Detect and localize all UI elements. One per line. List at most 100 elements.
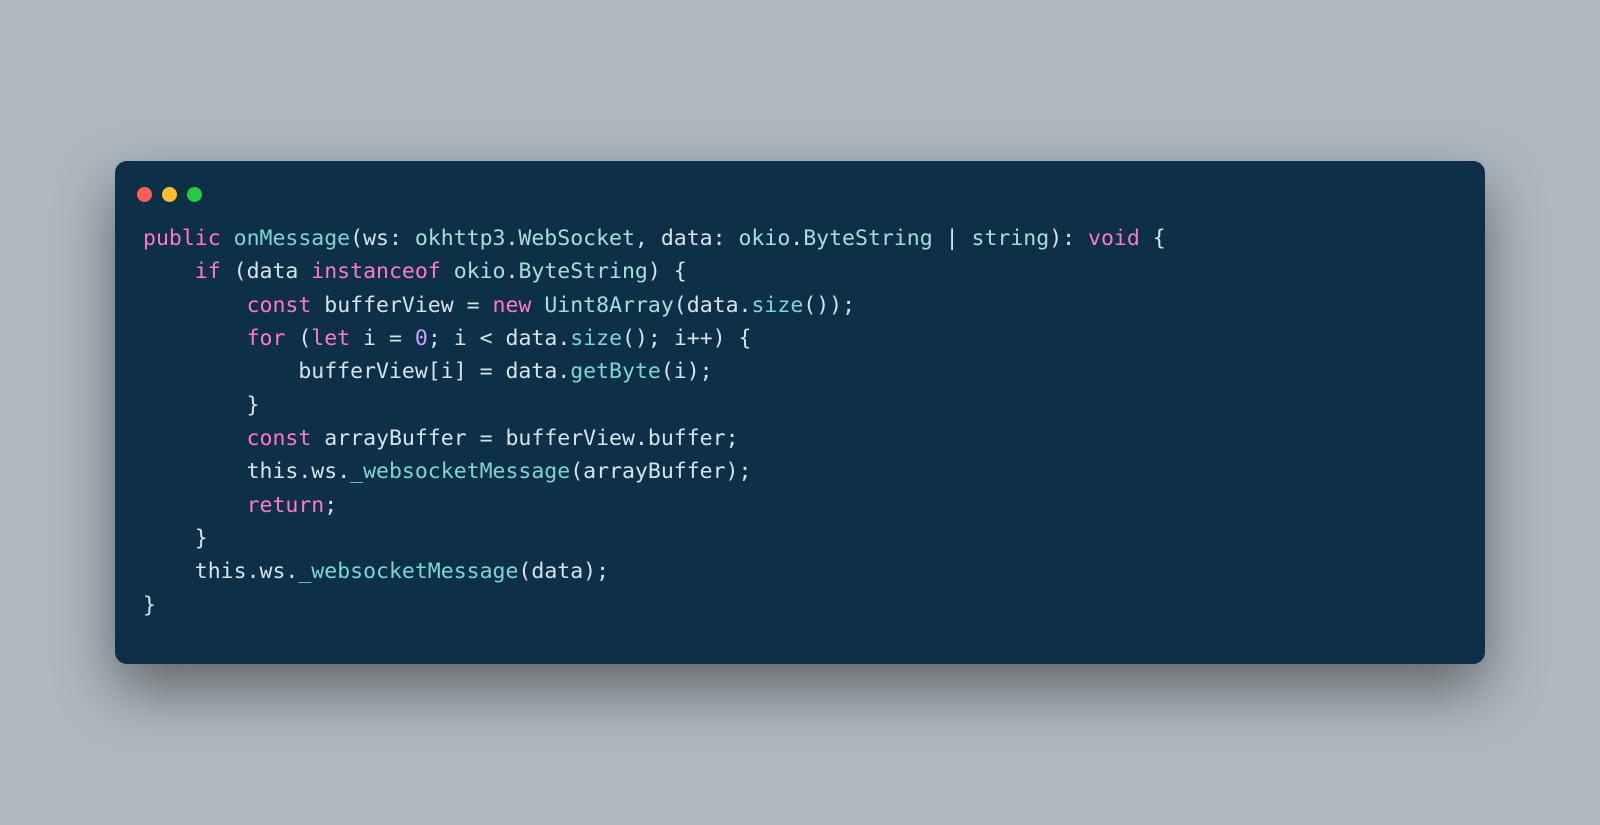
code-token: _websocketMessage [350, 459, 570, 484]
code-token: this [195, 559, 247, 584]
code-token [531, 293, 544, 318]
code-line: return; [143, 493, 337, 518]
code-token: bufferView [298, 359, 427, 384]
code-token: okio [738, 226, 790, 251]
code-line: for (let i = 0; i < data.size(); i++) { [143, 326, 752, 351]
code-line: this.ws._websocketMessage(arrayBuffer); [143, 459, 751, 484]
code-token: . [557, 326, 570, 351]
code-line: bufferView[i] = data.getByte(i); [143, 359, 713, 384]
code-token: } [143, 526, 208, 551]
code-token: return [247, 493, 325, 518]
code-token: size [570, 326, 622, 351]
code-token: ; [428, 326, 454, 351]
code-token: onMessage [234, 226, 351, 251]
code-token: i [363, 326, 376, 351]
code-token: data [506, 326, 558, 351]
code-token: . [790, 226, 803, 251]
code-token: : [389, 226, 415, 251]
code-token: , [635, 226, 661, 251]
code-token: ( [285, 326, 311, 351]
code-line: const bufferView = new Uint8Array(data.s… [143, 293, 855, 318]
code-token: new [493, 293, 532, 318]
code-token: . [505, 226, 518, 251]
code-token: ) { [648, 259, 687, 284]
code-token: data [247, 259, 299, 284]
code-token: Uint8Array [544, 293, 673, 318]
code-line: public onMessage(ws: okhttp3.WebSocket, … [143, 226, 1166, 251]
code-token: [ [428, 359, 441, 384]
code-token [350, 326, 363, 351]
code-token: ws [260, 559, 286, 584]
code-token: for [247, 326, 286, 351]
code-token: string [972, 226, 1050, 251]
code-token: i [674, 326, 687, 351]
code-token: ++) { [687, 326, 752, 351]
code-token: ; [726, 426, 739, 451]
code-token [143, 293, 247, 318]
code-token: (); [622, 326, 674, 351]
code-token: arrayBuffer [324, 426, 466, 451]
code-token [143, 493, 247, 518]
code-token: data [531, 559, 583, 584]
code-line: } [143, 593, 156, 618]
code-token: = [467, 426, 506, 451]
window-titlebar [115, 183, 1485, 222]
code-token: . [337, 459, 350, 484]
code-token [143, 559, 195, 584]
code-token: if [195, 259, 221, 284]
code-token: WebSocket [518, 226, 635, 251]
code-token: const [247, 426, 312, 451]
code-token [441, 259, 454, 284]
code-token: . [739, 293, 752, 318]
code-token: ( [674, 293, 687, 318]
code-token: getByte [570, 359, 661, 384]
code-token: instanceof [311, 259, 440, 284]
code-token: . [505, 259, 518, 284]
close-icon[interactable] [137, 187, 152, 202]
code-line: } [143, 393, 260, 418]
code-token: bufferView [324, 293, 453, 318]
code-token: buffer [648, 426, 726, 451]
code-token: ByteString [518, 259, 647, 284]
code-token: i [454, 326, 467, 351]
code-token: ): [1049, 226, 1088, 251]
maximize-icon[interactable] [187, 187, 202, 202]
code-token: i [674, 359, 687, 384]
code-line: this.ws._websocketMessage(data); [143, 559, 609, 584]
code-token: data [687, 293, 739, 318]
code-token: ByteString [803, 226, 932, 251]
code-token: bufferView [505, 426, 634, 451]
code-token: . [557, 359, 570, 384]
minimize-icon[interactable] [162, 187, 177, 202]
code-token: ( [570, 459, 583, 484]
code-token [143, 326, 247, 351]
code-token: this [247, 459, 299, 484]
code-token [143, 426, 247, 451]
code-token: . [298, 459, 311, 484]
code-token: | [933, 226, 972, 251]
code-token [143, 259, 195, 284]
code-token: ws [311, 459, 337, 484]
code-token: i [441, 359, 454, 384]
code-token: arrayBuffer [583, 459, 725, 484]
code-token [311, 293, 324, 318]
code-token: ()); [803, 293, 855, 318]
code-token: data [505, 359, 557, 384]
code-token: const [247, 293, 312, 318]
code-token: = [454, 293, 493, 318]
code-token [311, 426, 324, 451]
code-token: ws [363, 226, 389, 251]
code-token: . [635, 426, 648, 451]
code-token: ( [661, 359, 674, 384]
code-token: ( [518, 559, 531, 584]
code-line: if (data instanceof okio.ByteString) { [143, 259, 687, 284]
code-token [298, 259, 311, 284]
code-token: size [751, 293, 803, 318]
code-token: ; [324, 493, 337, 518]
code-window: public onMessage(ws: okhttp3.WebSocket, … [115, 161, 1485, 664]
code-block[interactable]: public onMessage(ws: okhttp3.WebSocket, … [115, 222, 1485, 622]
code-token: . [247, 559, 260, 584]
code-token: ( [221, 259, 247, 284]
code-token: { [1140, 226, 1166, 251]
code-token: public [143, 226, 221, 251]
